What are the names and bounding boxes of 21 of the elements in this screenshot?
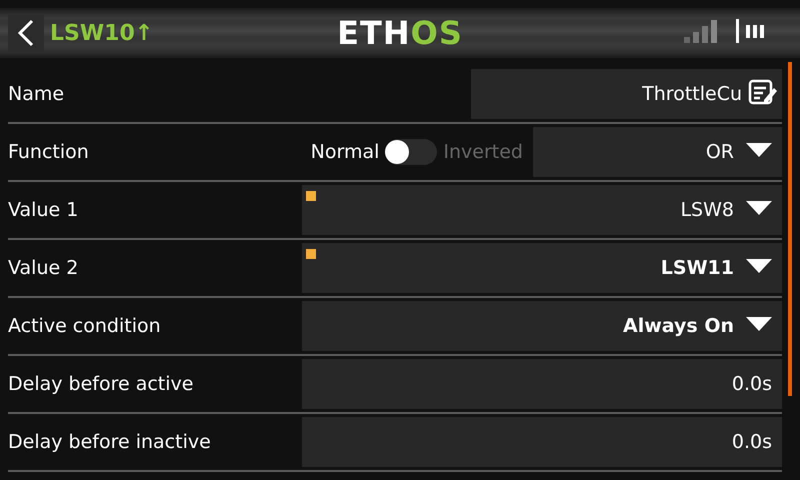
back-icon: [16, 19, 36, 47]
field-label: Active condition: [8, 315, 162, 337]
field-label: Function: [8, 141, 90, 163]
field-label: Delay before active: [8, 373, 194, 395]
text-field[interactable]: ThrottleCu: [471, 69, 782, 119]
dropdown-field[interactable]: Always On: [302, 301, 782, 351]
toggle-switch[interactable]: [385, 139, 438, 165]
screen-title: LSW10↑: [50, 20, 154, 46]
dropdown-field[interactable]: OR: [533, 127, 782, 177]
toggle-option-label: Normal: [310, 141, 380, 163]
number-field[interactable]: 0.0s: [302, 359, 782, 409]
field-label: Delay before inactive: [8, 431, 212, 453]
field-label: Name: [8, 83, 66, 105]
back-button[interactable]: [8, 15, 44, 51]
dropdown-field[interactable]: LSW8: [302, 185, 782, 235]
dropdown-field[interactable]: LSW11: [302, 243, 782, 293]
field-label: Value 2: [8, 257, 80, 279]
logo: ETHOS: [337, 14, 463, 52]
field-label: Value 1: [8, 199, 80, 221]
toggle-option-label: Inverted: [443, 141, 523, 163]
number-field[interactable]: 0.0s: [302, 417, 782, 467]
